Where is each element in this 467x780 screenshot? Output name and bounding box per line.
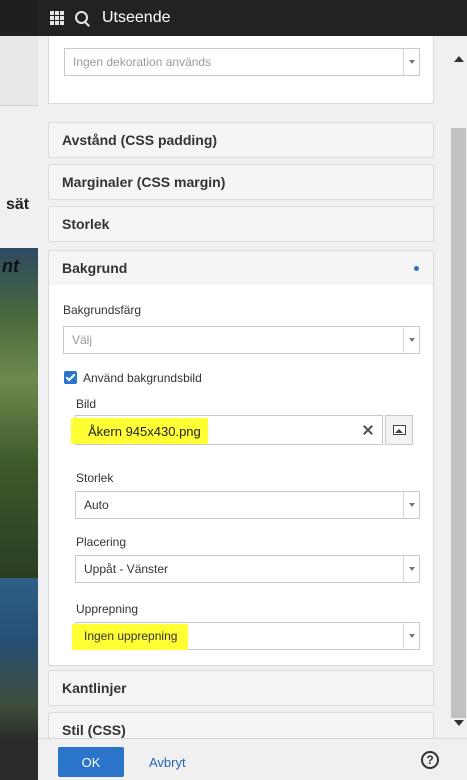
scroll-thumb[interactable]	[451, 128, 466, 718]
position-select-value: Uppåt - Vänster	[84, 562, 169, 576]
background-page-footer	[0, 738, 38, 780]
repeat-select-value: Ingen upprepning	[84, 629, 178, 643]
chevron-down-icon	[403, 556, 419, 582]
section-background[interactable]: Bakgrund	[48, 250, 434, 286]
panel-content: Ingen dekoration används Avstånd (CSS pa…	[38, 36, 450, 738]
size-select[interactable]: Auto	[75, 491, 420, 519]
chevron-down-icon	[403, 492, 419, 518]
chevron-down-icon	[403, 623, 419, 649]
background-settings: Bakgrundsfärg Välj Använd bakgrundsbild …	[48, 285, 434, 666]
section-borders[interactable]: Kantlinjer	[48, 670, 434, 706]
chevron-down-icon	[403, 49, 419, 75]
image-label: Bild	[76, 397, 97, 411]
search-icon[interactable]	[74, 10, 90, 26]
bg-color-select[interactable]: Välj	[63, 326, 420, 354]
size-select-value: Auto	[84, 498, 109, 512]
panel-title: Utseende	[102, 9, 171, 26]
position-select[interactable]: Uppåt - Vänster	[75, 555, 420, 583]
background-page: sät nt	[0, 0, 38, 780]
decoration-select[interactable]: Ingen dekoration används	[64, 48, 420, 76]
section-padding[interactable]: Avstånd (CSS padding)	[48, 122, 434, 158]
help-icon[interactable]: ?	[421, 751, 439, 769]
use-bg-image-label[interactable]: Använd bakgrundsbild	[83, 371, 202, 385]
scroll-down-icon[interactable]	[454, 720, 464, 726]
decoration-box: Ingen dekoration används	[48, 36, 434, 104]
apps-grid-icon[interactable]	[50, 11, 64, 25]
background-page-text: sät	[6, 196, 30, 213]
active-dot-icon	[414, 266, 419, 271]
image-picker-button[interactable]	[385, 415, 413, 445]
panel-scrollbar[interactable]	[450, 36, 467, 738]
section-background-label: Bakgrund	[62, 260, 128, 276]
section-margin[interactable]: Marginaler (CSS margin)	[48, 164, 434, 200]
decoration-select-value: Ingen dekoration används	[73, 55, 212, 69]
panel-titlebar: Utseende	[38, 0, 467, 36]
repeat-select[interactable]: Ingen upprepning	[72, 622, 420, 650]
ok-button[interactable]: OK	[58, 747, 124, 777]
size-label: Storlek	[76, 471, 114, 485]
scroll-up-icon[interactable]	[454, 56, 464, 62]
section-style[interactable]: Stil (CSS)	[48, 712, 434, 738]
cancel-link[interactable]: Avbryt	[149, 755, 186, 770]
use-bg-image-checkbox[interactable]	[64, 371, 77, 384]
position-label: Placering	[76, 535, 127, 549]
background-page-band	[0, 36, 38, 106]
repeat-label: Upprepning	[76, 602, 139, 616]
image-file-name: Åkern 945x430.png	[88, 424, 201, 439]
image-file-field[interactable]: Åkern 945x430.png	[72, 415, 383, 445]
background-page-header	[0, 0, 38, 36]
bg-color-select-value: Välj	[72, 333, 93, 347]
background-page-photo-text: nt	[2, 256, 19, 276]
bg-color-label: Bakgrundsfärg	[63, 303, 142, 317]
clear-icon[interactable]	[360, 422, 376, 438]
background-page-image	[0, 578, 38, 738]
image-icon	[393, 425, 406, 435]
chevron-down-icon	[403, 327, 419, 353]
panel-footer: OK Avbryt ?	[38, 738, 467, 780]
appearance-panel: Utseende Ingen dekoration används Avstån…	[38, 0, 467, 780]
background-page-photo	[0, 248, 38, 578]
section-size[interactable]: Storlek	[48, 206, 434, 242]
